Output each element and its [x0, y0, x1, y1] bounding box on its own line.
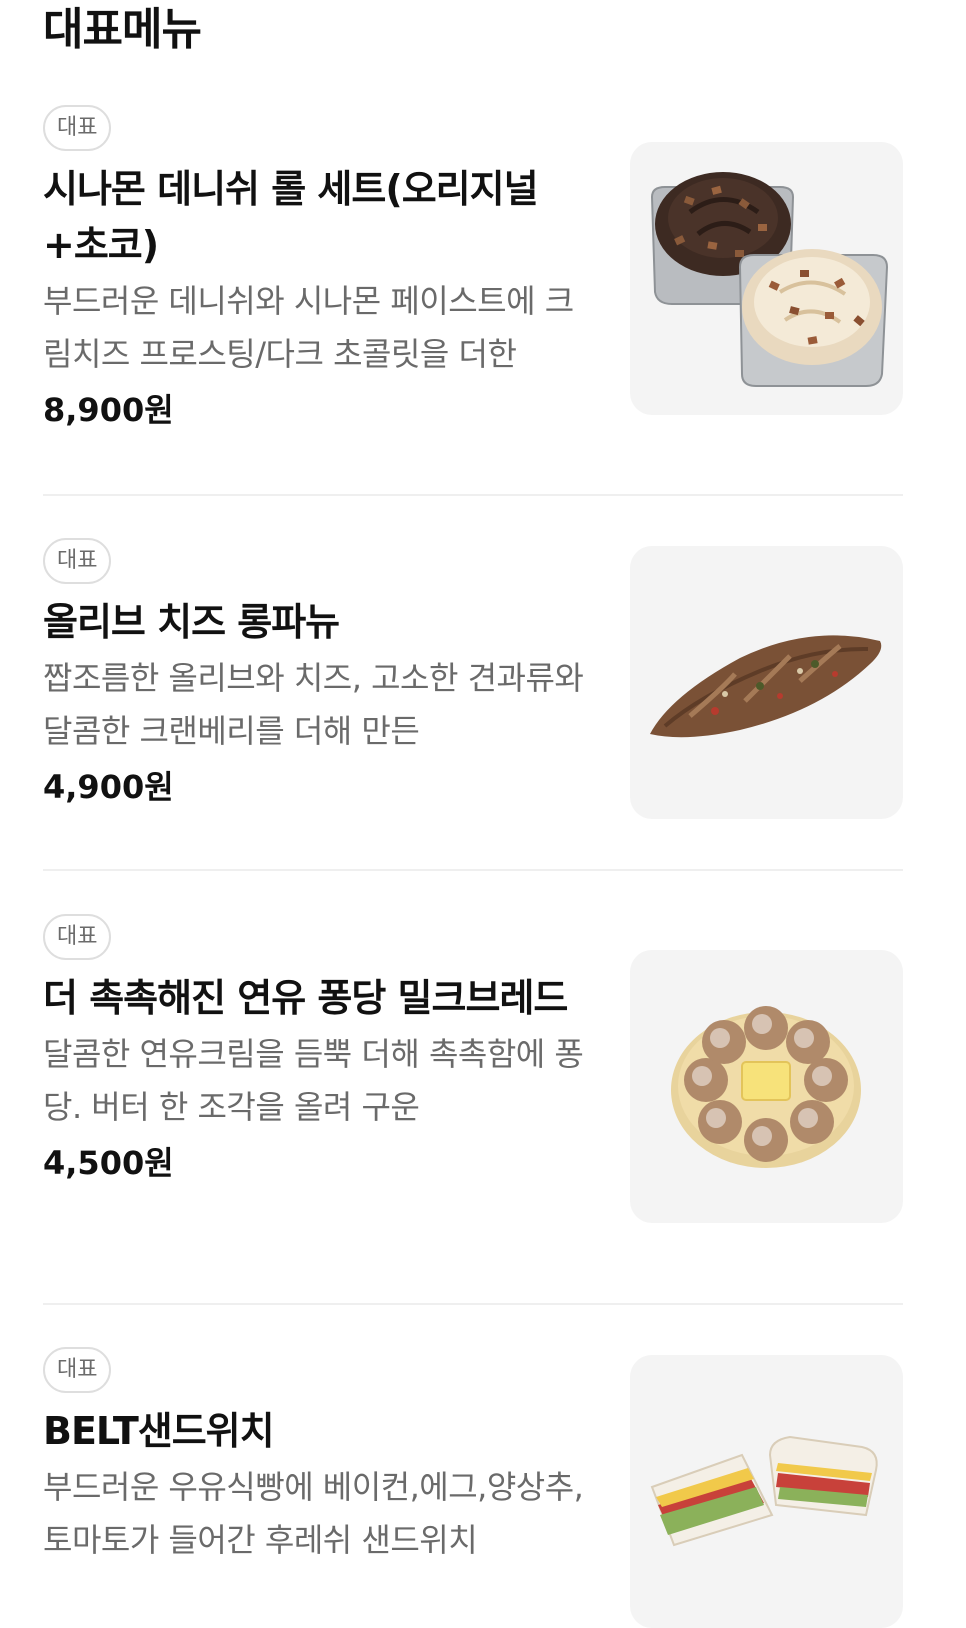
menu-item-text: 대표 더 촉촉해진 연유 퐁당 밀크브레드 달콤한 연유크림을 듬뿍 더해 촉촉…: [43, 914, 598, 1186]
item-divider: [43, 494, 903, 496]
menu-item-description: 달콤한 연유크림을 듬뿍 더해 촉촉함에 퐁당. 버터 한 조각을 올려 구운: [43, 1035, 584, 1126]
section-title: 대표메뉴: [43, 4, 202, 55]
signature-badge: 대표: [43, 538, 112, 584]
menu-item-belt-sandwich[interactable]: 대표 BELT샌드위치 부드러운 우유식빵에 베이컨,에그,양상추,토마토가 들…: [43, 1347, 923, 1628]
menu-item-description: 짭조름한 올리브와 치즈, 고소한 견과류와 달콤한 크랜베리를 더해 만든: [43, 659, 584, 750]
item-divider: [43, 1303, 903, 1305]
menu-item-text: 대표 시나몬 데니쉬 롤 세트(오리지널+초코) 부드러운 데니쉬와 시나몬 페…: [43, 105, 598, 433]
menu-item-text: 대표 올리브 치즈 롱파뉴 짭조름한 올리브와 치즈, 고소한 견과류와 달콤한…: [43, 538, 598, 810]
milk-bread-image[interactable]: [630, 950, 903, 1223]
menu-item-description: 부드러운 우유식빵에 베이컨,에그,양상추,토마토가 들어간 후레쉬 샌드위치: [43, 1468, 584, 1559]
menu-item-cinnamon-roll-set[interactable]: 대표 시나몬 데니쉬 롤 세트(오리지널+초코) 부드러운 데니쉬와 시나몬 페…: [43, 105, 923, 485]
menu-item-olive-cheese-bread[interactable]: 대표 올리브 치즈 롱파뉴 짭조름한 올리브와 치즈, 고소한 견과류와 달콤한…: [43, 538, 923, 838]
menu-item-text: 대표 BELT샌드위치 부드러운 우유식빵에 베이컨,에그,양상추,토마토가 들…: [43, 1347, 598, 1567]
signature-badge: 대표: [43, 1347, 112, 1393]
menu-item-name: 시나몬 데니쉬 롤 세트(오리지널+초코): [43, 167, 539, 267]
cinnamon-roll-image[interactable]: [630, 142, 903, 415]
signature-badge: 대표: [43, 914, 112, 960]
menu-item-price: 8,900원: [43, 391, 174, 429]
sandwich-image[interactable]: [630, 1355, 903, 1628]
menu-item-description: 부드러운 데니쉬와 시나몬 페이스트에 크림치즈 프로스팅/다크 초콜릿을 더한: [43, 282, 574, 373]
menu-item-name: 더 촉촉해진 연유 퐁당 밀크브레드: [43, 976, 568, 1020]
item-divider: [43, 869, 903, 871]
menu-item-name: 올리브 치즈 롱파뉴: [43, 600, 340, 644]
menu-item-name: BELT샌드위치: [43, 1409, 275, 1453]
signature-badge: 대표: [43, 105, 112, 151]
olive-bread-image[interactable]: [630, 546, 903, 819]
menu-item-price: 4,500원: [43, 1144, 174, 1182]
menu-item-milk-bread[interactable]: 대표 더 촉촉해진 연유 퐁당 밀크브레드 달콤한 연유크림을 듬뿍 더해 촉촉…: [43, 914, 923, 1274]
menu-item-price: 4,900원: [43, 768, 174, 806]
